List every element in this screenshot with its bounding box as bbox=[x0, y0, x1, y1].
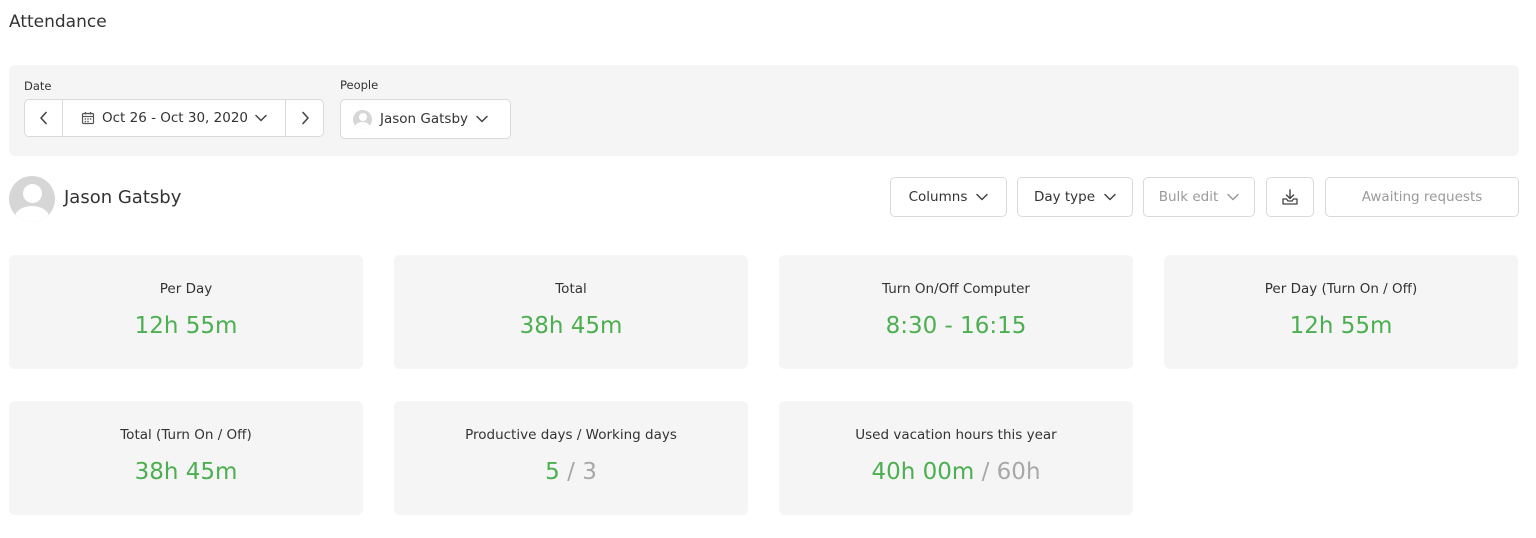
stat-label: Turn On/Off Computer bbox=[882, 281, 1030, 297]
calendar-icon bbox=[81, 112, 95, 125]
stat-value: 8:30 - 16:15 bbox=[779, 313, 1133, 339]
columns-button-label: Columns bbox=[908, 189, 968, 205]
date-range-value: Oct 26 - Oct 30, 2020 bbox=[101, 110, 248, 126]
stat-label: Per Day bbox=[159, 281, 213, 297]
stat-card-total-turn-on-off: Total (Turn On / Off) 38h 45m bbox=[9, 401, 363, 515]
day-type-button-label: Day type bbox=[1033, 189, 1096, 205]
stat-value-primary: 12h 55m bbox=[134, 313, 238, 339]
stat-value-primary: 38h 45m bbox=[519, 313, 623, 339]
people-label: People bbox=[340, 78, 379, 92]
stat-label: Per Day (Turn On / Off) bbox=[1264, 281, 1418, 297]
day-type-button[interactable]: Day type bbox=[1017, 177, 1133, 217]
stat-label: Total (Turn On / Off) bbox=[120, 427, 252, 443]
stat-value-primary: 12h 55m bbox=[1289, 313, 1393, 339]
bulk-edit-button-label: Bulk edit bbox=[1158, 189, 1219, 205]
stat-value: 38h 45m bbox=[394, 313, 748, 339]
chevron-down-icon bbox=[476, 115, 488, 123]
stat-card-per-day-turn-on-off: Per Day (Turn On / Off) 12h 55m bbox=[1164, 255, 1518, 369]
stat-value-separator: / bbox=[567, 459, 575, 485]
stat-value: 12h 55m bbox=[9, 313, 363, 339]
person-name: Jason Gatsby bbox=[64, 187, 182, 208]
stat-value: 12h 55m bbox=[1164, 313, 1518, 339]
stat-value-separator: / bbox=[981, 459, 990, 485]
stat-value-secondary: 60h bbox=[996, 459, 1041, 485]
chevron-left-icon bbox=[39, 111, 47, 125]
stat-label: Productive days / Working days bbox=[465, 427, 677, 443]
stat-value: 40h 00m / 60h bbox=[779, 459, 1133, 485]
next-range-button[interactable] bbox=[285, 100, 323, 136]
stat-value: 5 / 3 bbox=[394, 459, 748, 485]
columns-button[interactable]: Columns bbox=[890, 177, 1007, 217]
person-avatar bbox=[9, 176, 55, 222]
stat-card-productive-working-days: Productive days / Working days 5 / 3 bbox=[394, 401, 748, 515]
awaiting-requests-button-label: Awaiting requests bbox=[1361, 189, 1483, 205]
stat-value-primary: 38h 45m bbox=[134, 459, 238, 485]
stat-value-primary: 5 bbox=[545, 459, 560, 485]
chevron-right-icon bbox=[301, 111, 309, 125]
chevron-down-icon bbox=[1227, 193, 1240, 201]
stat-value-secondary: 3 bbox=[582, 459, 597, 485]
export-download-icon bbox=[1282, 189, 1298, 205]
awaiting-requests-button[interactable]: Awaiting requests bbox=[1325, 177, 1519, 217]
stat-label: Total bbox=[555, 281, 587, 297]
stat-value-primary: 8:30 - 16:15 bbox=[885, 313, 1027, 339]
stat-card-used-vacation-hours: Used vacation hours this year 40h 00m / … bbox=[779, 401, 1133, 515]
stat-value: 38h 45m bbox=[9, 459, 363, 485]
chevron-down-icon bbox=[1104, 193, 1116, 201]
date-label: Date bbox=[24, 79, 52, 93]
stat-card-per-day: Per Day 12h 55m bbox=[9, 255, 363, 369]
export-button[interactable] bbox=[1266, 177, 1314, 217]
stat-value-primary: 40h 00m bbox=[871, 459, 975, 485]
filter-bar: Date People Oct 26 - Oct 30, 2020 Jason … bbox=[9, 65, 1519, 156]
people-select[interactable]: Jason Gatsby bbox=[340, 99, 511, 139]
previous-range-button[interactable] bbox=[25, 100, 63, 136]
bulk-edit-button[interactable]: Bulk edit bbox=[1143, 177, 1255, 217]
person-avatar-icon bbox=[353, 109, 372, 129]
stat-label: Used vacation hours this year bbox=[855, 427, 1057, 443]
chevron-down-icon bbox=[976, 193, 989, 201]
stat-card-total: Total 38h 45m bbox=[394, 255, 748, 369]
chevron-down-icon bbox=[255, 114, 267, 122]
date-range-control: Oct 26 - Oct 30, 2020 bbox=[24, 99, 324, 137]
date-range-picker[interactable]: Oct 26 - Oct 30, 2020 bbox=[63, 100, 285, 136]
stat-card-turn-on-off-computer: Turn On/Off Computer 8:30 - 16:15 bbox=[779, 255, 1133, 369]
people-select-value: Jason Gatsby bbox=[380, 111, 469, 127]
page-title: Attendance bbox=[9, 12, 107, 32]
